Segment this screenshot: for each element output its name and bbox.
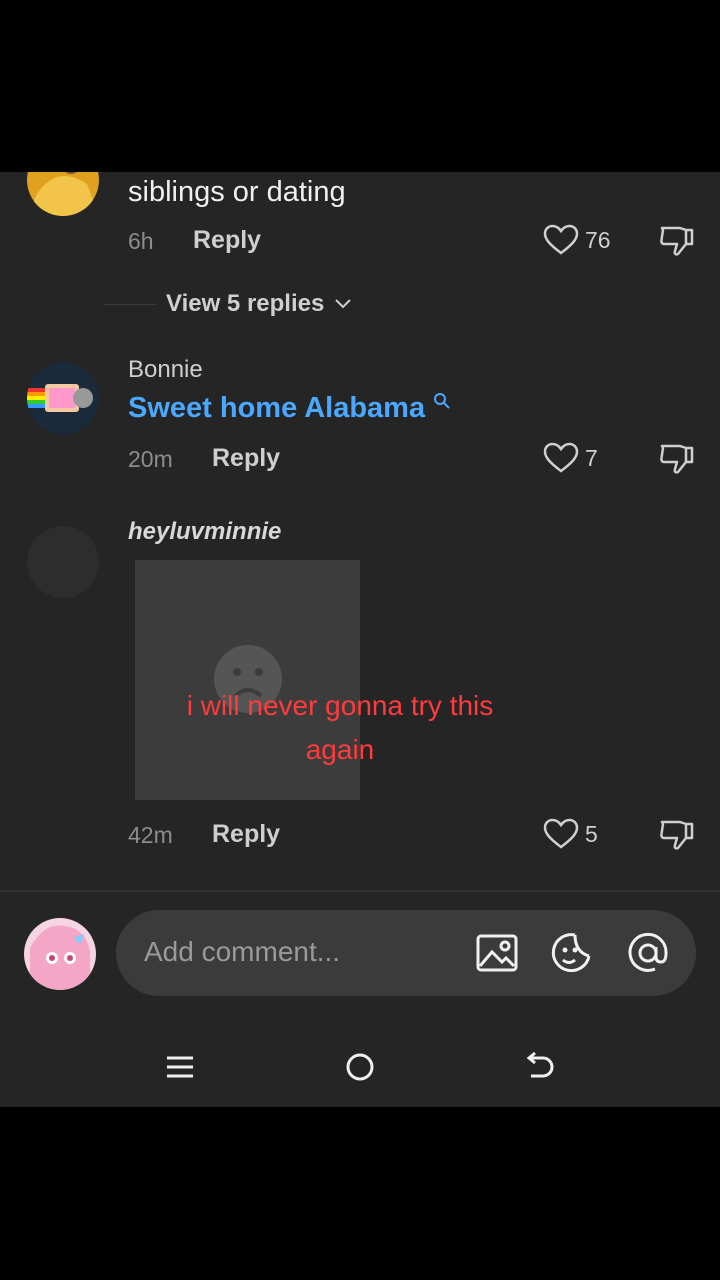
image-icon[interactable]: [474, 930, 520, 976]
dislike-button[interactable]: [658, 440, 694, 481]
my-avatar[interactable]: [24, 918, 96, 990]
comment-text: siblings or dating: [128, 176, 346, 208]
overlay-caption: i will never gonna try this again: [186, 690, 494, 765]
avatar[interactable]: [27, 172, 99, 216]
heart-icon: [543, 818, 579, 849]
comment-username[interactable]: heyluvminnie: [128, 518, 281, 546]
comment-username[interactable]: Bonnie: [128, 356, 203, 384]
thumbs-down-icon: [660, 444, 694, 474]
comment-time: 6h: [128, 228, 154, 254]
chevron-down-icon: [335, 299, 352, 309]
replies-divider-line: [104, 303, 156, 305]
like-button[interactable]: 7: [543, 442, 598, 474]
view-replies-button[interactable]: View 5 replies: [104, 290, 352, 318]
emoji-icon[interactable]: [549, 930, 595, 976]
search-link[interactable]: Sweet home Alabama: [128, 392, 451, 425]
comment-input[interactable]: Add comment...: [116, 910, 696, 996]
like-button[interactable]: 76: [543, 224, 611, 256]
dislike-button[interactable]: [658, 816, 694, 857]
reply-button[interactable]: Reply: [212, 444, 280, 473]
search-icon: [434, 393, 450, 409]
back-icon[interactable]: [515, 1042, 565, 1092]
comment-time: 42m: [128, 822, 173, 848]
comment-input-placeholder: Add comment...: [144, 936, 341, 967]
thumbs-down-icon: [660, 820, 694, 850]
mention-icon[interactable]: [625, 930, 671, 976]
heart-icon: [543, 442, 579, 473]
like-count: 76: [585, 226, 611, 253]
like-count: 7: [585, 444, 598, 471]
comment-composer: Add comment...: [0, 892, 720, 1002]
comments-screen: siblings or dating 6h Reply 76 View 5 re…: [0, 172, 720, 1107]
comment-time: 20m: [128, 446, 173, 472]
view-replies-label: View 5 replies: [166, 290, 325, 317]
heart-icon: [543, 224, 579, 255]
home-icon[interactable]: [335, 1042, 385, 1092]
reply-button[interactable]: Reply: [212, 820, 280, 849]
like-count: 5: [585, 820, 598, 847]
reply-button[interactable]: Reply: [193, 226, 261, 255]
search-link-text: Sweet home Alabama: [128, 392, 426, 424]
like-button[interactable]: 5: [543, 818, 598, 850]
avatar[interactable]: [27, 526, 99, 598]
avatar[interactable]: [27, 362, 99, 434]
thumbs-down-icon: [660, 226, 694, 256]
menu-icon[interactable]: [155, 1042, 205, 1092]
system-navbar: [0, 1032, 720, 1107]
dislike-button[interactable]: [658, 222, 694, 263]
